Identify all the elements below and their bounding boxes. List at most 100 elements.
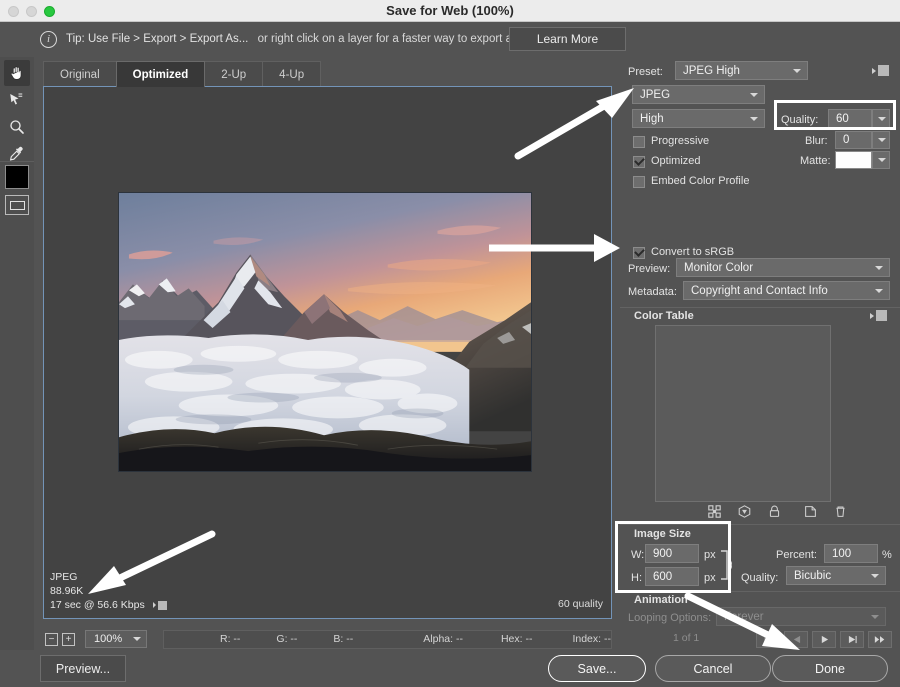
- learn-more-button[interactable]: Learn More: [509, 27, 626, 51]
- readout-b: B: --: [333, 633, 354, 645]
- file-format: JPEG: [50, 571, 78, 583]
- zoom-level-select[interactable]: 100%: [85, 630, 147, 648]
- percent-unit: %: [882, 549, 892, 561]
- metadata-value: Copyright and Contact Info: [691, 284, 828, 297]
- tools-panel: [0, 57, 34, 687]
- quality-value-input[interactable]: 60: [828, 109, 872, 128]
- optimized-checkbox[interactable]: [633, 156, 645, 168]
- delete-color-icon[interactable]: [834, 505, 847, 523]
- matte-color-swatch[interactable]: [835, 151, 872, 169]
- chain-link-icon[interactable]: [718, 548, 736, 587]
- zoom-tool[interactable]: [4, 114, 30, 140]
- status-bar: − + 100% R: -- G: -- B: -- Alpha: -- Hex…: [43, 628, 612, 650]
- foreground-color-swatch[interactable]: [5, 165, 29, 189]
- blur-stepper-dropdown[interactable]: [872, 131, 890, 149]
- view-tabs: Original Optimized 2-Up 4-Up: [43, 60, 322, 87]
- readout-g: G: --: [276, 633, 298, 645]
- hand-tool[interactable]: [4, 60, 30, 86]
- compression-quality-value: High: [640, 112, 664, 125]
- dialog-footer: Preview... Save... Cancel Done: [0, 650, 900, 687]
- readout-alpha: Alpha: --: [423, 633, 463, 645]
- resample-quality-select[interactable]: Bicubic: [786, 566, 886, 585]
- color-readout-fields: R: -- G: -- B: -- Alpha: -- Hex: -- Inde…: [163, 629, 612, 649]
- mountain-sunset-photo: [119, 193, 531, 471]
- zoom-out-button[interactable]: −: [45, 632, 58, 646]
- optimize-panel-menu-icon[interactable]: [872, 65, 889, 76]
- done-button[interactable]: Done: [772, 655, 888, 682]
- metadata-label: Metadata:: [628, 286, 677, 298]
- tab-4up[interactable]: 4-Up: [262, 61, 322, 87]
- preview-image: [118, 192, 532, 472]
- color-table-swatches[interactable]: [655, 325, 831, 502]
- toggle-slices-visibility-button[interactable]: [5, 195, 29, 215]
- preview-mode-label: Preview:: [628, 263, 671, 275]
- tip-text-rest: or right click on a layer for a faster w…: [257, 33, 539, 45]
- image-size-title: Image Size: [634, 528, 691, 540]
- play-icon[interactable]: [812, 631, 836, 648]
- animation-divider: [620, 591, 900, 592]
- resample-quality-label: Quality:: [741, 572, 779, 584]
- optimized-file-info: JPEG 88.96K 17 sec @ 56.6 Kbps: [50, 570, 167, 612]
- convert-to-srgb-checkbox[interactable]: [633, 247, 645, 259]
- slice-select-icon: [10, 93, 23, 105]
- optimized-label: Optimized: [651, 155, 701, 167]
- tab-optimized[interactable]: Optimized: [115, 61, 206, 87]
- snap-to-web-palette-icon[interactable]: [708, 505, 721, 523]
- width-label: W:: [631, 549, 645, 561]
- save-button[interactable]: Save...: [548, 655, 646, 682]
- lock-color-icon[interactable]: [768, 505, 781, 523]
- color-table-toolbar: [708, 505, 853, 523]
- animation-controls: [756, 631, 892, 648]
- blur-label: Blur:: [805, 135, 828, 147]
- hand-icon: [10, 66, 22, 80]
- file-format-select[interactable]: JPEG: [632, 85, 765, 104]
- window-title: Save for Web (100%): [386, 3, 514, 18]
- color-table-menu-icon[interactable]: [870, 310, 887, 321]
- title-bar: Save for Web (100%): [0, 0, 900, 22]
- quality-stepper-dropdown[interactable]: [872, 109, 890, 128]
- tip-text: Tip: Use File > Export > Export As... or…: [66, 33, 539, 45]
- previous-frame-icon[interactable]: [784, 631, 808, 648]
- matte-label: Matte:: [800, 155, 831, 167]
- web-shift-icon[interactable]: [738, 505, 751, 523]
- progressive-checkbox[interactable]: [633, 136, 645, 148]
- slice-select-tool[interactable]: [4, 87, 30, 113]
- tip-text-bold: Tip: Use File > Export > Export As...: [66, 33, 249, 45]
- zoom-in-button[interactable]: +: [62, 632, 75, 646]
- blur-value-input[interactable]: 0: [835, 131, 872, 149]
- height-input[interactable]: 600: [645, 567, 699, 586]
- matte-dropdown[interactable]: [872, 151, 890, 169]
- new-color-icon[interactable]: [804, 505, 817, 523]
- resample-quality-value: Bicubic: [794, 569, 832, 582]
- magnifier-icon: [10, 120, 24, 134]
- preview-canvas[interactable]: JPEG 88.96K 17 sec @ 56.6 Kbps 60 qualit…: [43, 86, 612, 619]
- first-frame-icon[interactable]: [756, 631, 780, 648]
- looping-options-select[interactable]: Forever: [716, 607, 886, 626]
- tab-original[interactable]: Original: [43, 61, 117, 87]
- convert-to-srgb-label: Convert to sRGB: [651, 246, 735, 258]
- download-time: 17 sec @ 56.6 Kbps: [50, 599, 145, 611]
- next-frame-icon[interactable]: [840, 631, 864, 648]
- tab-2up[interactable]: 2-Up: [204, 61, 264, 87]
- last-frame-icon[interactable]: [868, 631, 892, 648]
- metadata-select[interactable]: Copyright and Contact Info: [683, 281, 890, 300]
- frame-counter: 1 of 1: [673, 632, 700, 644]
- eyedropper-tool[interactable]: [4, 141, 30, 167]
- download-rate-menu-icon[interactable]: [152, 600, 167, 610]
- preset-label: Preset:: [628, 66, 663, 78]
- width-input[interactable]: 900: [645, 544, 699, 563]
- embed-color-profile-checkbox[interactable]: [633, 176, 645, 188]
- cancel-button[interactable]: Cancel: [655, 655, 771, 682]
- file-size: 88.96K: [50, 585, 84, 597]
- preview-button[interactable]: Preview...: [40, 655, 126, 682]
- color-table-title: Color Table: [634, 310, 694, 322]
- height-unit: px: [704, 572, 716, 584]
- info-icon: i: [40, 31, 57, 48]
- zoom-level-value: 100%: [94, 633, 123, 645]
- percent-input[interactable]: 100: [824, 544, 878, 563]
- preview-mode-select[interactable]: Monitor Color: [676, 258, 890, 277]
- width-unit: px: [704, 549, 716, 561]
- compression-quality-select[interactable]: High: [632, 109, 765, 128]
- preset-select[interactable]: JPEG High: [675, 61, 808, 80]
- preset-value: JPEG High: [683, 64, 740, 77]
